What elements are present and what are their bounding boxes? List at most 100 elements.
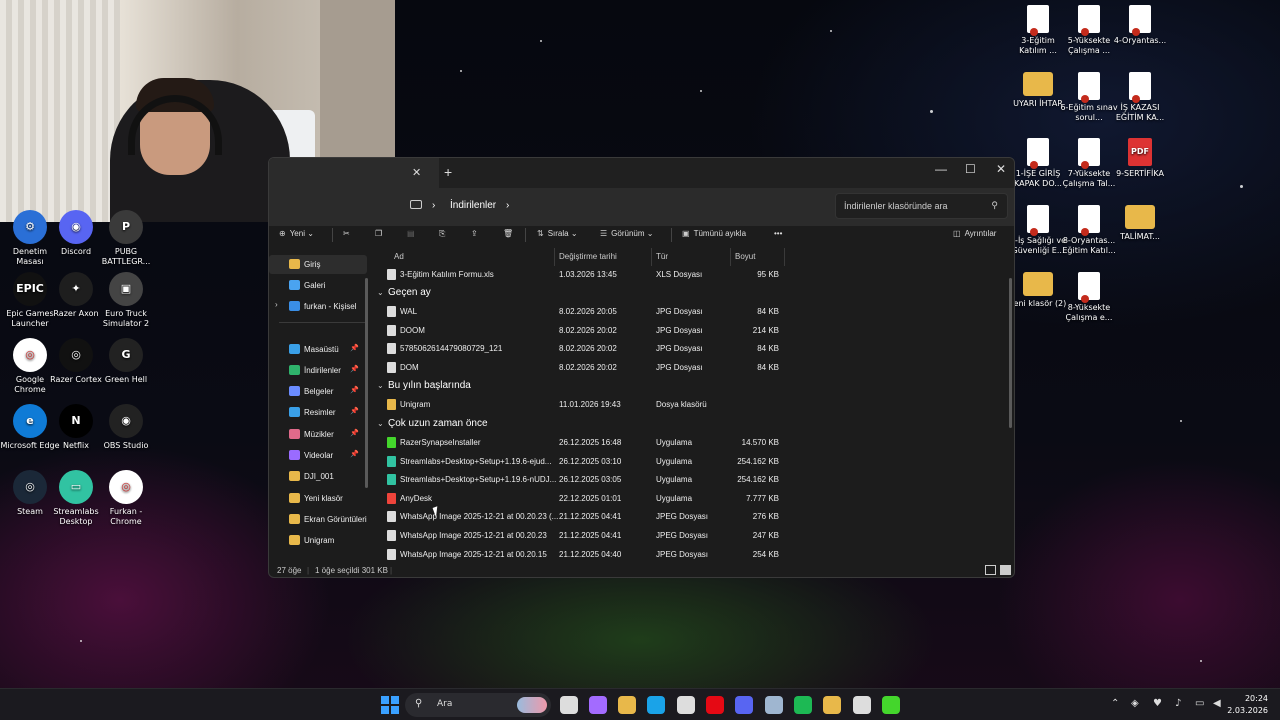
group-header[interactable]: ⌄ Bu yılın başlarında (374, 378, 674, 396)
desktop-file-label: 8-Yüksekte Çalışma e... (1065, 303, 1113, 322)
desktop-icon[interactable]: ◉ OBS Studio (96, 404, 156, 451)
nav-item[interactable]: Yeni klasör (269, 489, 367, 508)
task-view-icon[interactable] (560, 696, 578, 714)
nav-item[interactable]: Masaüstü 📌 (269, 340, 367, 359)
nav-item[interactable]: Belgeler 📌 (269, 382, 367, 401)
desktop-icon[interactable]: P PUBG BATTLEGR... (96, 210, 156, 267)
file-row[interactable]: AnyDesk 22.12.2025 01:01 Uygulama 7.777 KB (374, 490, 894, 508)
nav-item-icon (289, 344, 300, 354)
tray-overflow-icon[interactable]: ⌃ (1111, 698, 1119, 709)
group-header[interactable]: ⌄ Çok uzun zaman önce (374, 416, 674, 434)
taskbar-search[interactable]: ⚲ Ara (405, 693, 551, 717)
discord-icon[interactable] (735, 696, 753, 714)
tray-security-icon[interactable]: ♥ (1153, 698, 1162, 709)
column-type[interactable]: Tür (656, 252, 668, 261)
collapse-chevron-icon[interactable]: ⌄ (377, 381, 384, 390)
file-row[interactable]: Streamlabs+Desktop+Setup+1.19.6-nUDJ... 2… (374, 471, 894, 489)
spotify-icon[interactable] (794, 696, 812, 714)
desktop-file-icon[interactable]: PDF 9-SERTİFİKA (1110, 138, 1170, 179)
view-button[interactable]: ☰ Görünüm ⌄ (600, 229, 653, 238)
collapse-chevron-icon[interactable]: ⌄ (377, 419, 384, 428)
copy-icon[interactable]: ❐ (375, 229, 382, 238)
file-row[interactable]: RazerSynapseInstaller 26.12.2025 16:48 Uyg… (374, 434, 894, 452)
nav-item[interactable]: DJI_001 (269, 467, 367, 486)
details-view-icon[interactable] (985, 565, 996, 575)
nav-item[interactable]: furkan - Kişisel › (269, 297, 367, 316)
nav-item[interactable]: Resimler 📌 (269, 403, 367, 422)
copilot-icon[interactable] (589, 696, 607, 714)
large-icons-view-icon[interactable] (1000, 565, 1011, 575)
details-button[interactable]: ◫ Ayrıntılar (953, 229, 996, 238)
pin-icon: 📌 (350, 451, 359, 458)
close-window-icon[interactable]: ✕ (996, 162, 1006, 176)
nav-item[interactable]: Ekran Görüntüleri (269, 510, 367, 529)
file-row[interactable]: WhatsApp Image 2025-12-21 at 00.20.23 21.… (374, 527, 894, 545)
clock[interactable]: 20:24 2.03.2026 (1227, 693, 1268, 717)
cut-icon[interactable]: ✂ (343, 229, 350, 238)
edge-icon[interactable] (647, 696, 665, 714)
paste-icon[interactable]: ▤ (407, 229, 415, 238)
netflix-icon[interactable] (706, 696, 724, 714)
collapse-chevron-icon[interactable]: ⌄ (377, 288, 384, 297)
details-pane-icon: ◫ (953, 229, 961, 238)
breadcrumb-chevron-icon[interactable]: › (506, 200, 509, 211)
microphone-icon[interactable]: ♪ (1175, 698, 1181, 709)
file-row[interactable]: 3-Eğitim Katılım Formu.xls 1.03.2026 13:4… (374, 266, 894, 284)
nav-item[interactable]: Giriş (269, 255, 367, 274)
file-row[interactable]: 5785062614479080729_121 8.02.2026 20:02 JP… (374, 340, 894, 358)
tab-close-icon[interactable]: ✕ (412, 166, 421, 179)
view-icon: ☰ (600, 229, 608, 238)
file-row[interactable]: DOM 8.02.2026 20:02 JPG Dosyası 84 KB (374, 359, 894, 377)
more-options-icon[interactable]: ••• (774, 229, 782, 238)
obs-icon[interactable] (853, 696, 871, 714)
desktop-file-icon[interactable]: İŞ KAZASI EĞİTİM KA... (1110, 72, 1170, 123)
search-input[interactable]: İndirilenler klasöründe ara ⚲ (835, 193, 1008, 219)
desktop-file-icon[interactable]: TALİMAT... (1110, 205, 1170, 242)
expand-chevron-icon[interactable]: › (275, 300, 278, 309)
desktop-icon[interactable]: G Green Hell (96, 338, 156, 385)
maximize-icon[interactable]: ☐ (965, 162, 976, 176)
tab-downloads[interactable]: ✕ + (269, 158, 452, 188)
desktop-file-icon[interactable]: 4-Oryantas... (1110, 5, 1170, 46)
share-icon[interactable]: ⇪ (471, 229, 478, 238)
new-button[interactable]: ⊕ Yeni ⌄ (279, 229, 314, 238)
razer-icon[interactable] (882, 696, 900, 714)
file-row[interactable]: WhatsApp Image 2025-12-21 at 00.20.23 (.… (374, 508, 894, 526)
tray-app-icon[interactable]: ◈ (1131, 698, 1139, 709)
minimize-icon[interactable]: — (935, 162, 947, 176)
nav-item[interactable]: Galeri (269, 276, 367, 295)
store-icon[interactable] (677, 696, 695, 714)
file-explorer-icon[interactable] (618, 696, 636, 714)
file-size: 84 KB (757, 307, 779, 316)
steam-icon[interactable] (765, 696, 783, 714)
nav-item[interactable]: Müzikler 📌 (269, 425, 367, 444)
sort-button[interactable]: ⇅ Sırala ⌄ (537, 229, 578, 238)
nav-scrollbar[interactable] (365, 278, 368, 488)
column-date-modified[interactable]: Değiştirme tarihi (559, 252, 617, 261)
file-row[interactable]: Streamlabs+Desktop+Setup+1.19.6-ejud... 2… (374, 453, 894, 471)
nav-item[interactable]: Unigram (269, 531, 367, 550)
this-pc-icon[interactable] (410, 200, 422, 209)
new-tab-icon[interactable]: + (444, 164, 452, 180)
desktop-file-icon[interactable]: 8-Yüksekte Çalışma e... (1059, 272, 1119, 323)
desktop-icon[interactable]: ◎ Furkan - Chrome (96, 470, 156, 527)
chrome-icon[interactable] (823, 696, 841, 714)
column-size[interactable]: Boyut (735, 252, 755, 261)
volume-icon[interactable]: ◀ (1213, 698, 1221, 709)
file-list-scrollbar[interactable] (1009, 278, 1012, 428)
file-row[interactable]: WhatsApp Image 2025-12-21 at 00.20.15 21.… (374, 546, 894, 564)
group-header[interactable]: ⌄ Geçen ay (374, 285, 674, 303)
file-row[interactable]: WAL 8.02.2026 20:05 JPG Dosyası 84 KB (374, 303, 894, 321)
nav-item[interactable]: Videolar 📌 (269, 446, 367, 465)
file-row[interactable]: DOOM 8.02.2026 20:02 JPG Dosyası 214 KB (374, 322, 894, 340)
nav-item[interactable]: İndirilenler 📌 (269, 361, 367, 380)
windows-icon[interactable] (381, 696, 399, 714)
extract-all-button[interactable]: ▣ Tümünü ayıkla (682, 229, 746, 238)
breadcrumb-downloads[interactable]: İndirilenler (450, 200, 496, 211)
rename-icon[interactable]: ⎘ (439, 229, 445, 239)
file-row[interactable]: Unigram 11.01.2026 19:43 Dosya klasörü (374, 396, 894, 414)
network-icon[interactable]: ▭ (1195, 698, 1204, 709)
desktop-icon[interactable]: ▣ Euro Truck Simulator 2 (96, 272, 156, 329)
column-name[interactable]: Ad (394, 252, 404, 261)
delete-icon[interactable]: 🗑 (503, 229, 513, 238)
